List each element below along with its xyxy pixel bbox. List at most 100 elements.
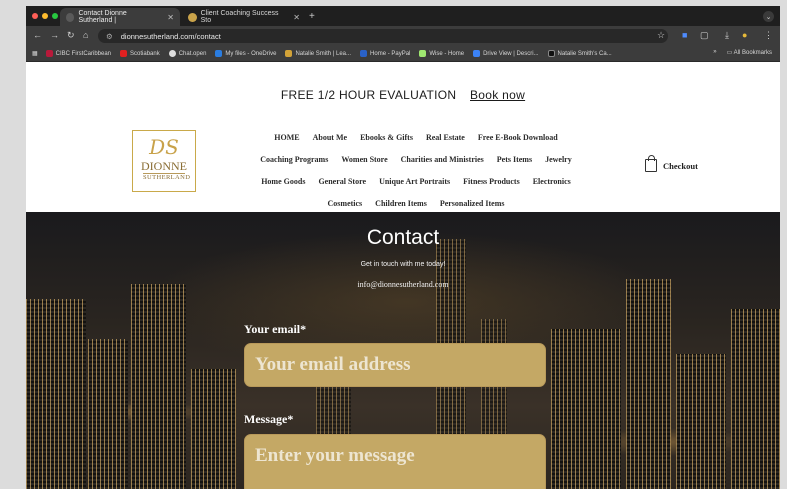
building-shape bbox=[131, 284, 186, 489]
maximize-window-button[interactable] bbox=[52, 13, 58, 19]
nav-row: Coaching Programs Women Store Charities … bbox=[246, 148, 586, 170]
bookmark-chat[interactable]: Chat.open bbox=[168, 50, 206, 57]
bookmark-label: Scotiabank bbox=[130, 50, 160, 57]
profile-icon[interactable]: ● bbox=[742, 30, 747, 40]
bookmark-label: CIBC FirstCaribbean bbox=[55, 50, 112, 57]
tab-bar: Contact Dionne Sutherland | ✕ Client Coa… bbox=[26, 6, 780, 26]
contact-subtitle: Get in touch with me today! bbox=[360, 261, 446, 268]
nav-fitness-products[interactable]: Fitness Products bbox=[463, 177, 520, 186]
book-now-link[interactable]: Book now bbox=[470, 88, 525, 102]
apps-icon[interactable]: ▦ bbox=[32, 50, 38, 57]
nav-ebooks-gifts[interactable]: Ebooks & Gifts bbox=[360, 133, 413, 142]
close-window-button[interactable] bbox=[32, 13, 38, 19]
menu-icon[interactable]: ⋮ bbox=[764, 30, 773, 41]
reload-icon[interactable]: ↻ bbox=[67, 30, 75, 41]
nav-row: Home Goods General Store Unique Art Port… bbox=[246, 170, 586, 192]
bookmark-wise[interactable]: Wise - Home bbox=[419, 50, 464, 57]
bookmarks-bar: ▦ CIBC FirstCaribbean Scotiabank Chat.op… bbox=[26, 46, 780, 62]
nav-general-store[interactable]: General Store bbox=[318, 177, 366, 186]
bookmark-label: Natalie Smith | Lea... bbox=[295, 50, 352, 57]
extensions-puzzle-icon[interactable]: ▢ bbox=[700, 30, 709, 41]
nav-jewelry[interactable]: Jewelry bbox=[545, 155, 572, 164]
tab-search-button[interactable]: ⌄ bbox=[763, 11, 774, 22]
contact-email-link[interactable]: info@dionnesutherland.com bbox=[26, 280, 780, 289]
bookmark-label: Wise - Home bbox=[429, 50, 465, 57]
nav-charities[interactable]: Charities and Ministries bbox=[401, 155, 484, 164]
email-label: Your email* bbox=[244, 322, 307, 336]
tab-title: Contact Dionne Sutherland | bbox=[78, 10, 127, 24]
nav-home[interactable]: HOME bbox=[274, 133, 299, 142]
nav-children-items[interactable]: Children Items bbox=[375, 199, 427, 208]
bookmark-label: My files - OneDrive bbox=[225, 50, 277, 57]
promo-banner: FREE 1/2 HOUR EVALUATION Book now bbox=[26, 88, 780, 102]
nav-women-store[interactable]: Women Store bbox=[341, 155, 387, 164]
bookmark-favicon-icon bbox=[285, 50, 293, 57]
logo-surname: SUTHERLAND bbox=[143, 173, 191, 181]
bookmark-natalie-ca[interactable]: Natalie Smith's Ca... bbox=[547, 50, 612, 57]
bookmark-scotiabank[interactable]: Scotiabank bbox=[120, 50, 160, 57]
tab-contact[interactable]: Contact Dionne Sutherland | ✕ bbox=[60, 8, 180, 26]
building-shape bbox=[731, 309, 780, 489]
url-text: dionnesutherland.com/contact bbox=[120, 31, 221, 41]
bookmark-drive[interactable]: Drive View | Descri... bbox=[473, 50, 539, 57]
close-tab-icon[interactable]: ✕ bbox=[167, 13, 174, 22]
bookmarks-overflow-button[interactable]: » bbox=[713, 49, 716, 56]
bookmark-paypal[interactable]: Home - PayPal bbox=[360, 50, 410, 57]
site-info-icon[interactable]: ⚙ bbox=[106, 32, 113, 41]
bookmark-natalie[interactable]: Natalie Smith | Lea... bbox=[285, 50, 351, 57]
new-tab-button[interactable]: + bbox=[309, 11, 315, 22]
folder-icon: ▭ bbox=[726, 50, 734, 56]
all-bookmarks-label: All Bookmarks bbox=[733, 50, 772, 56]
building-shape bbox=[191, 369, 236, 489]
extension-icon[interactable]: ■ bbox=[682, 30, 687, 40]
nav-electronics[interactable]: Electronics bbox=[533, 177, 571, 186]
message-field[interactable]: Enter your message bbox=[244, 434, 546, 489]
nav-coaching-programs[interactable]: Coaching Programs bbox=[260, 155, 328, 164]
checkout-label: Checkout bbox=[663, 160, 698, 171]
toolbar: ← → ↻ ⌂ ⚙ dionnesutherland.com/contact ☆… bbox=[26, 26, 780, 46]
main-navigation: HOME About Me Ebooks & Gifts Real Estate… bbox=[246, 126, 586, 214]
bookmark-label: Drive View | Descri... bbox=[483, 50, 539, 57]
nav-cosmetics[interactable]: Cosmetics bbox=[328, 199, 363, 208]
nav-home-goods[interactable]: Home Goods bbox=[261, 177, 305, 186]
all-bookmarks-button[interactable]: ▭ All Bookmarks bbox=[727, 49, 772, 56]
site-header: FREE 1/2 HOUR EVALUATION Book now DS DIO… bbox=[26, 62, 780, 212]
tab-client-coaching[interactable]: Client Coaching Success Sto ✕ bbox=[182, 8, 306, 26]
bookmark-favicon-icon bbox=[120, 50, 128, 57]
email-field[interactable]: Your email address bbox=[244, 343, 546, 387]
window-controls[interactable] bbox=[32, 13, 58, 19]
nav-row: Cosmetics Children Items Personalized It… bbox=[246, 192, 586, 214]
nav-real-estate[interactable]: Real Estate bbox=[426, 133, 465, 142]
bookmark-star-icon[interactable]: ☆ bbox=[657, 30, 665, 41]
nav-art-portraits[interactable]: Unique Art Portraits bbox=[379, 177, 450, 186]
download-icon[interactable]: ⤓ bbox=[725, 30, 729, 41]
contact-hero: Contact Get in touch with me today! info… bbox=[26, 212, 780, 489]
bookmark-favicon-icon bbox=[473, 50, 481, 57]
nav-free-ebook[interactable]: Free E-Book Download bbox=[478, 133, 558, 142]
minimize-window-button[interactable] bbox=[42, 13, 48, 19]
bookmark-favicon-icon bbox=[45, 50, 53, 57]
globe-icon bbox=[66, 12, 75, 22]
forward-icon[interactable]: → bbox=[50, 30, 59, 40]
bookmark-favicon-icon bbox=[419, 50, 427, 57]
bookmark-label: Natalie Smith's Ca... bbox=[557, 50, 612, 57]
address-bar[interactable]: ⚙ dionnesutherland.com/contact bbox=[98, 29, 668, 43]
bookmark-onedrive[interactable]: My files - OneDrive bbox=[215, 50, 276, 57]
bookmark-favicon-icon bbox=[547, 50, 555, 57]
tab-title: Client Coaching Success Sto bbox=[200, 10, 279, 24]
bookmark-cibc[interactable]: CIBC FirstCaribbean bbox=[45, 50, 112, 57]
logo-monogram: DS bbox=[149, 135, 179, 159]
building-shape bbox=[626, 279, 671, 489]
message-label: Message* bbox=[244, 412, 294, 426]
site-logo[interactable]: DS DIONNE SUTHERLAND bbox=[132, 130, 196, 192]
web-page: FREE 1/2 HOUR EVALUATION Book now DS DIO… bbox=[26, 62, 780, 489]
back-icon[interactable]: ← bbox=[33, 30, 42, 40]
bookmark-favicon-icon bbox=[168, 50, 176, 57]
close-tab-icon[interactable]: ✕ bbox=[293, 13, 300, 22]
checkout-button[interactable]: Checkout bbox=[645, 155, 698, 172]
nav-pets-items[interactable]: Pets Items bbox=[497, 155, 532, 164]
nav-about-me[interactable]: About Me bbox=[313, 133, 347, 142]
nav-personalized-items[interactable]: Personalized Items bbox=[440, 199, 505, 208]
home-icon[interactable]: ⌂ bbox=[83, 30, 88, 40]
building-shape bbox=[26, 299, 86, 489]
